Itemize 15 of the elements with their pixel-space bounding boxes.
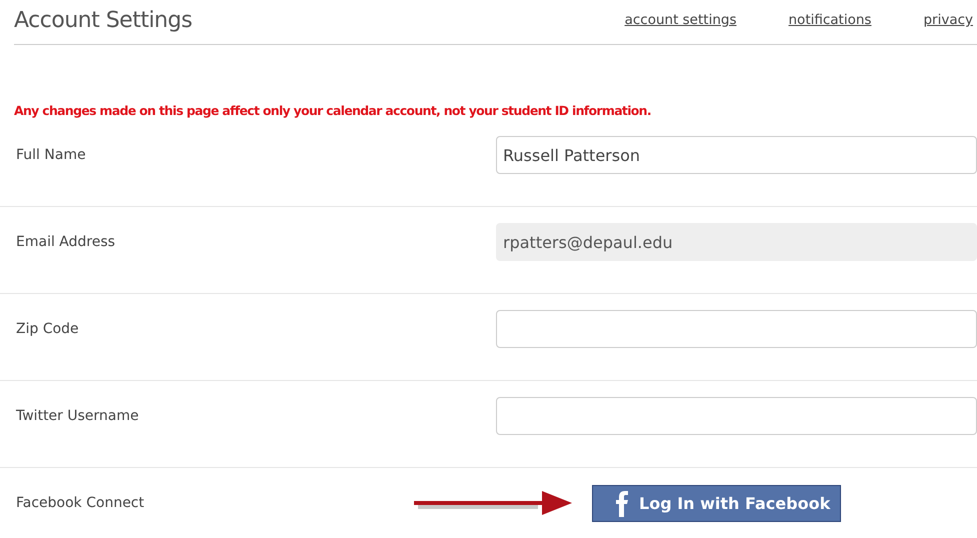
nav-link[interactable]: account settings — [624, 12, 736, 28]
nav-link[interactable]: privacy — [923, 12, 973, 28]
nav-link[interactable]: notifications — [788, 12, 872, 28]
input-field[interactable]: Russell Patterson — [496, 136, 977, 174]
field-label: Zip Code — [16, 321, 80, 337]
facebook-login-button[interactable]: Log In with Facebook — [592, 484, 842, 522]
field-label: Email Address — [16, 234, 116, 250]
notice-text: Any changes made on this page affect only your calendar account, not your student ID information. — [14, 103, 652, 120]
page-title: Account Settings — [14, 8, 192, 34]
field-label: Facebook Connect — [16, 495, 146, 511]
field-label: Twitter Username — [16, 408, 140, 424]
arrow-icon — [414, 488, 574, 518]
input-field[interactable] — [496, 310, 977, 348]
input-field[interactable] — [496, 397, 977, 435]
field-label: Full Name — [16, 147, 87, 163]
